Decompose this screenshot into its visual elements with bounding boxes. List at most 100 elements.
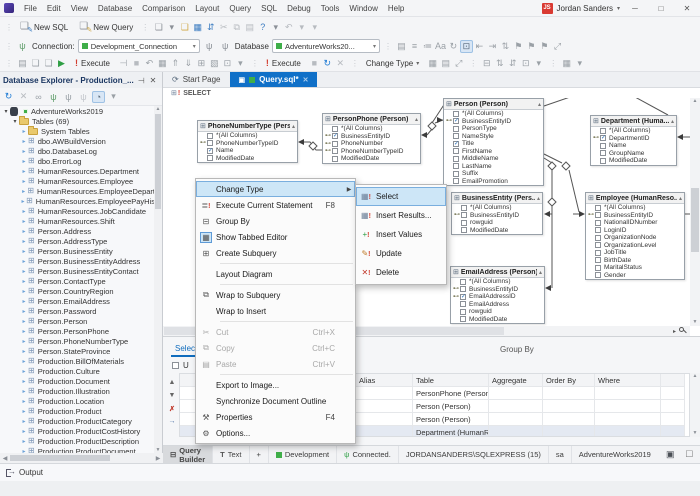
collapsed-icon[interactable]: ▸ — [20, 408, 28, 415]
entity-column[interactable]: *(All Columns) — [444, 110, 543, 118]
collapsed-icon[interactable]: ▸ — [20, 228, 28, 235]
collapsed-icon[interactable]: ▸ — [20, 248, 28, 255]
entity-header[interactable]: ⊞Employee (HumanReso...▴ — [586, 193, 684, 204]
entity-column[interactable]: *(All Columns) — [323, 125, 420, 133]
menu-tools[interactable]: Tools — [316, 2, 345, 15]
column-checkbox[interactable] — [595, 242, 601, 248]
expanded-icon[interactable]: ▾ — [2, 108, 10, 115]
new-document-icon[interactable]: ❏ — [152, 22, 165, 33]
pin-icon[interactable]: ⊤ — [137, 74, 146, 86]
entity-column[interactable]: *(All Columns) — [591, 127, 676, 135]
collapsed-icon[interactable]: ▸ — [20, 218, 28, 225]
tree-item[interactable]: ▾Tables (69) — [0, 116, 155, 126]
collapsed-icon[interactable]: ▸ — [20, 378, 28, 385]
column-checkbox[interactable] — [332, 156, 338, 162]
menu-sql[interactable]: SQL — [256, 2, 282, 15]
entity-column[interactable]: ⊷✓DepartmentID — [591, 135, 676, 143]
entity-column[interactable]: BirthDate — [586, 257, 684, 265]
entity-header[interactable]: ⊞Person (Person)▴ — [444, 99, 543, 110]
entity-column[interactable]: rowguid — [452, 219, 542, 227]
column-checkbox[interactable] — [600, 143, 606, 149]
group-by-toolbar-icon[interactable]: ⊟ — [480, 58, 493, 69]
tree-item[interactable]: ▸⊞Production.ProductDescription — [0, 436, 155, 446]
tree-item[interactable]: ▸⊞Production.Illustration — [0, 386, 155, 396]
scrollbar-thumb[interactable] — [691, 188, 699, 252]
scroll-left-icon[interactable]: ◀ — [0, 455, 10, 462]
entity-header[interactable]: ⊞BusinessEntity (Pers...▴ — [452, 193, 542, 204]
tab-query-sql[interactable]: ▣ Query.sql* ✕ — [230, 72, 318, 87]
entity-column[interactable]: ⊷✓EmailAddressID — [451, 293, 544, 301]
menu-file[interactable]: File — [19, 2, 42, 15]
menu-debug[interactable]: Debug — [282, 2, 316, 15]
entity-phonenumbertype-pers-[interactable]: ⊞PhoneNumberType (Pers...▴*(All Columns)… — [197, 120, 298, 163]
add-view-tab[interactable]: + — [250, 446, 268, 463]
entity-column[interactable]: JobTitle — [586, 249, 684, 257]
grid-cell[interactable] — [661, 387, 685, 400]
column-checkbox[interactable] — [595, 212, 601, 218]
grid-cell[interactable] — [489, 426, 543, 437]
new-connection-icon[interactable]: ψ — [47, 92, 60, 102]
code-snippets-icon[interactable]: ⊡ — [460, 40, 473, 53]
tree-item[interactable]: ▸⊞Production.ProductDocument — [0, 446, 155, 453]
tree-item[interactable]: ▸⊞Production.Product — [0, 406, 155, 416]
menu-item-change-type[interactable]: Change Type▶ — [196, 181, 355, 197]
entity-column[interactable]: OrganizationNode — [586, 234, 684, 242]
entity-header[interactable]: ⊞Department (Huma...▴ — [591, 116, 676, 127]
tab-close-icon[interactable]: ✕ — [303, 76, 309, 84]
column-checkbox[interactable] — [595, 272, 601, 278]
toolbar-grip[interactable]: ⋮ — [5, 59, 12, 68]
collapse-icon[interactable]: ▴ — [539, 269, 542, 276]
tree-item[interactable]: ▸⊞Person.CountryRegion — [0, 286, 155, 296]
results-chart-icon[interactable]: ▧ — [208, 58, 221, 69]
tree-item[interactable]: ▸⊞Production.Document — [0, 376, 155, 386]
menu-item-wrap-to-insert[interactable]: Wrap to Insert — [196, 303, 355, 319]
column-checkbox[interactable] — [207, 155, 213, 161]
column-checkbox[interactable]: ✓ — [332, 133, 338, 139]
submenu-item-select[interactable]: ▦!Select — [356, 187, 446, 206]
submenu-item-insert-results[interactable]: ▦!Insert Results... — [356, 206, 446, 225]
status-sa[interactable]: sa — [548, 446, 571, 463]
entity-column[interactable]: ⊷✓BusinessEntityID — [444, 118, 543, 126]
case-icon[interactable]: Aa — [434, 41, 447, 51]
entity-header[interactable]: ⊞PersonPhone (Person)▴ — [323, 114, 420, 125]
grid-cell[interactable] — [543, 413, 595, 426]
entity-person-person-[interactable]: ⊞Person (Person)▴*(All Columns)⊷✓Busines… — [443, 98, 544, 186]
tree-item[interactable]: ▾AdventureWorks2019 — [0, 106, 155, 116]
collapse-icon[interactable]: ▴ — [671, 118, 674, 125]
grid-cell[interactable] — [356, 387, 413, 400]
window-layout-icon[interactable]: ▦ — [560, 58, 573, 69]
status-adventureworks2019[interactable]: AdventureWorks2019 — [571, 446, 658, 463]
menu-item-execute-current-statement[interactable]: ≣!Execute Current StatementF8 — [196, 197, 355, 213]
entity-column[interactable]: ✓Title — [444, 140, 543, 148]
entity-column[interactable]: NameStyle — [444, 133, 543, 141]
menu-item-layout-diagram[interactable]: Layout Diagram — [196, 266, 355, 282]
new-document-caret[interactable]: ▾ — [165, 22, 178, 33]
entity-column[interactable]: ⊷BusinessEntityID — [586, 212, 684, 220]
status-jordansanders-sqlexpress-15-[interactable]: JORDANSANDERS\SQLEXPRESS (15) — [398, 446, 548, 463]
column-checkbox[interactable] — [595, 205, 601, 211]
sort-lines-icon[interactable]: ⇅ — [499, 41, 512, 52]
delete-row-button[interactable]: ✗ — [165, 405, 179, 418]
menu-item-cut[interactable]: ✂CutCtrl+X — [196, 324, 355, 340]
submenu-item-update[interactable]: ✎!Update — [356, 244, 446, 263]
menu-item-wrap-to-subquery[interactable]: ⧉Wrap to Subquery — [196, 287, 355, 303]
list-members-icon[interactable]: ≡ — [408, 41, 421, 51]
entity-column[interactable]: EmailAddress — [451, 301, 544, 309]
tree-item[interactable]: ▸⊞Person.EmailAddress — [0, 296, 155, 306]
column-checkbox[interactable] — [461, 205, 467, 211]
menu-query[interactable]: Query — [224, 2, 256, 15]
grid-cell[interactable] — [661, 426, 685, 437]
collapsed-icon[interactable]: ▸ — [20, 268, 28, 275]
toolbar-grip[interactable]: ⋮ — [5, 42, 12, 51]
collapsed-icon[interactable]: ▸ — [20, 168, 28, 175]
entity-column[interactable]: *(All Columns) — [586, 204, 684, 212]
menu-help[interactable]: Help — [383, 2, 409, 15]
submenu-item-insert-values[interactable]: +!Insert Values — [356, 225, 446, 244]
explorer-menu-caret[interactable]: ▾ — [107, 91, 120, 102]
column-checkbox[interactable] — [595, 220, 601, 226]
stop-execution-icon[interactable]: ■ — [130, 58, 143, 68]
disconnect-icon[interactable]: ψ — [77, 92, 90, 102]
grid-cell[interactable] — [595, 387, 661, 400]
move-row-up-button[interactable]: ▲ — [165, 379, 179, 392]
new-connection-icon[interactable]: ψ — [16, 41, 29, 51]
